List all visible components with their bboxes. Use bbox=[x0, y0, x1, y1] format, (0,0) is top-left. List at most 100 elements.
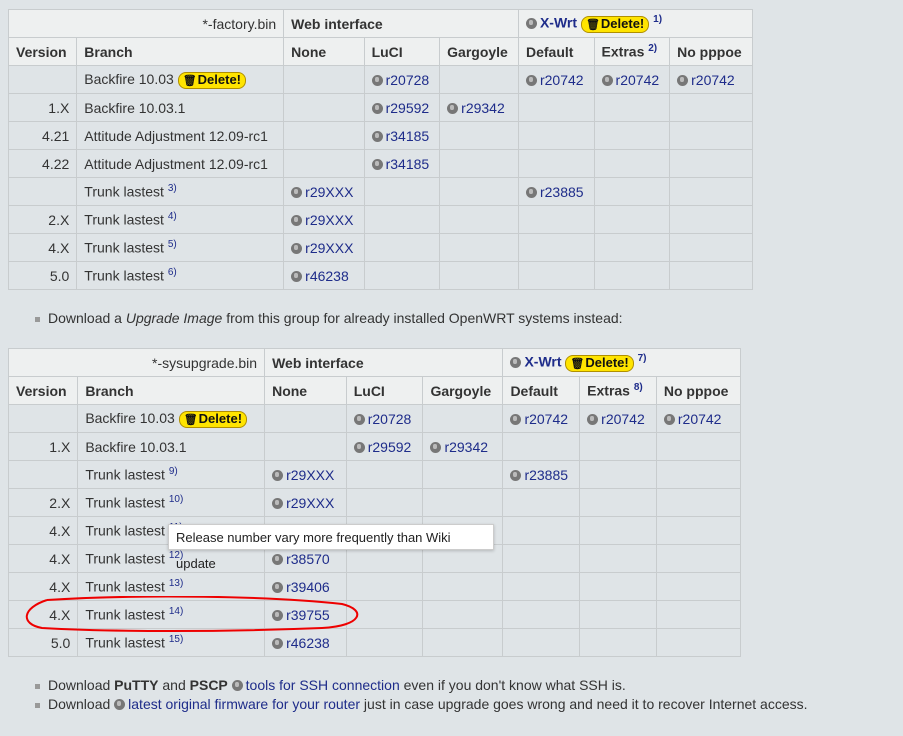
revision-link[interactable]: r20728 bbox=[368, 411, 412, 427]
revision-link[interactable]: r20742 bbox=[540, 72, 584, 88]
table-row: Trunk lastest 9) r29XXX r23885 bbox=[7, 460, 742, 489]
column-header: Branch bbox=[77, 376, 266, 405]
branch-cell: Trunk lastest 6) bbox=[76, 261, 285, 290]
footnote[interactable]: 13) bbox=[169, 578, 183, 589]
column-header: None bbox=[283, 37, 365, 66]
table-row: 2.X Trunk lastest 10) r29XXX bbox=[7, 488, 742, 517]
download-cell: r29XXX bbox=[283, 177, 365, 206]
revision-link[interactable]: r46238 bbox=[286, 635, 330, 651]
branch-cell: Attitude Adjustment 12.09-rc1 bbox=[76, 149, 285, 178]
original-firmware-link[interactable]: latest original firmware for your router bbox=[128, 696, 360, 712]
branch-cell: Trunk lastest 3) bbox=[76, 177, 285, 206]
download-cell bbox=[363, 205, 441, 234]
download-cell: r20742 bbox=[517, 65, 595, 94]
branch-cell: Backfire 10.03 🗑Delete! bbox=[77, 404, 266, 433]
revision-link[interactable]: r20742 bbox=[601, 411, 645, 427]
revision-link[interactable]: r38570 bbox=[286, 551, 330, 567]
revision-link[interactable]: r39406 bbox=[286, 579, 330, 595]
download-cell bbox=[422, 572, 504, 601]
column-header: No pppoe bbox=[669, 37, 753, 66]
xwrt-link[interactable]: X-Wrt bbox=[540, 15, 577, 31]
factory-table: *-factory.bin Web interface X-Wrt 🗑Delet… bbox=[7, 9, 754, 290]
download-cell bbox=[363, 177, 441, 206]
revision-link[interactable]: r29592 bbox=[386, 100, 430, 116]
download-cell bbox=[593, 205, 671, 234]
globe-icon bbox=[291, 186, 303, 198]
file-type-header: *-sysupgrade.bin bbox=[7, 348, 266, 377]
version-cell: 4.X bbox=[7, 544, 79, 573]
revision-link[interactable]: r20742 bbox=[524, 411, 568, 427]
download-cell: r23885 bbox=[517, 177, 595, 206]
revision-link[interactable]: r29XXX bbox=[305, 184, 353, 200]
trash-icon: 🗑 bbox=[585, 18, 600, 31]
revision-link[interactable]: r29342 bbox=[444, 439, 488, 455]
revision-link[interactable]: r23885 bbox=[524, 467, 568, 483]
column-header: None bbox=[264, 376, 347, 405]
table-row: 1.X Backfire 10.03.1 r29592 r29342 bbox=[7, 432, 742, 461]
revision-link[interactable]: r29XXX bbox=[286, 467, 334, 483]
revision-link[interactable]: r29XXX bbox=[286, 495, 334, 511]
revision-link[interactable]: r29XXX bbox=[305, 240, 353, 256]
revision-link[interactable]: r20742 bbox=[691, 72, 735, 88]
table-row: 1.X Backfire 10.03.1 r29592 r29342 bbox=[7, 93, 753, 122]
revision-link[interactable]: r29XXX bbox=[305, 212, 353, 228]
download-cell bbox=[439, 65, 519, 94]
xwrt-link[interactable]: X-Wrt bbox=[524, 354, 561, 370]
revision-link[interactable]: r29592 bbox=[368, 439, 412, 455]
globe-icon bbox=[510, 413, 522, 425]
revision-link[interactable]: r46238 bbox=[305, 268, 349, 284]
footnote[interactable]: 3) bbox=[168, 183, 177, 194]
footnote[interactable]: 2) bbox=[648, 43, 657, 54]
footnote[interactable]: 4) bbox=[168, 211, 177, 222]
revision-link[interactable]: r29342 bbox=[461, 100, 505, 116]
download-cell bbox=[363, 261, 441, 290]
footnote[interactable]: 9) bbox=[169, 466, 178, 477]
globe-icon bbox=[371, 158, 383, 170]
version-cell: 4.X bbox=[7, 233, 78, 262]
globe-icon bbox=[587, 413, 599, 425]
download-cell bbox=[363, 233, 441, 262]
header-row: Version Branch None LuCI Gargoyle Default Extr… bbox=[7, 376, 742, 405]
globe-icon bbox=[272, 497, 284, 509]
ssh-tools-link[interactable]: tools for SSH connection bbox=[246, 677, 400, 693]
footnote[interactable]: 10) bbox=[169, 494, 183, 505]
table-row: 4.22 Attitude Adjustment 12.09-rc1 r34185 bbox=[7, 149, 753, 178]
download-cell bbox=[579, 544, 657, 573]
bullet-putty: Download PuTTY and PSCP tools for SSH co… bbox=[35, 677, 626, 693]
globe-icon bbox=[272, 553, 284, 565]
revision-link[interactable]: r20742 bbox=[678, 411, 722, 427]
download-cell bbox=[593, 93, 671, 122]
download-cell bbox=[283, 65, 365, 94]
download-cell bbox=[439, 149, 519, 178]
bullet-firmware: Download latest original firmware for yo… bbox=[35, 696, 808, 712]
table-row: 4.X Trunk lastest 5) r29XXX bbox=[7, 233, 753, 262]
download-cell: r20742 bbox=[669, 65, 753, 94]
web-interface-header: Web interface bbox=[264, 348, 504, 377]
revision-link[interactable]: r34185 bbox=[386, 128, 430, 144]
revision-link[interactable]: r23885 bbox=[540, 184, 584, 200]
column-header: Default bbox=[502, 376, 581, 405]
version-cell bbox=[7, 404, 79, 433]
footnote[interactable]: 1) bbox=[653, 14, 662, 25]
footnote[interactable]: 8) bbox=[634, 382, 643, 393]
globe-icon bbox=[430, 441, 442, 453]
download-cell bbox=[579, 572, 657, 601]
globe-icon bbox=[677, 74, 689, 86]
download-cell bbox=[502, 572, 581, 601]
revision-link[interactable]: r34185 bbox=[386, 156, 430, 172]
footnote[interactable]: 6) bbox=[168, 267, 177, 278]
download-cell: r34185 bbox=[363, 149, 441, 178]
trash-icon: 🗑 bbox=[182, 74, 197, 87]
globe-icon bbox=[510, 469, 522, 481]
red-annotation-ellipse bbox=[25, 596, 359, 632]
tooltip: Release number vary more frequently than… bbox=[168, 524, 494, 571]
download-cell bbox=[655, 544, 742, 573]
column-header: No pppoe bbox=[655, 376, 742, 405]
footnote[interactable]: 5) bbox=[168, 239, 177, 250]
revision-link[interactable]: r20742 bbox=[616, 72, 660, 88]
footnote[interactable]: 7) bbox=[638, 353, 647, 364]
trash-icon: 🗑 bbox=[570, 357, 585, 370]
version-cell: 1.X bbox=[7, 93, 78, 122]
download-cell bbox=[439, 233, 519, 262]
revision-link[interactable]: r20728 bbox=[386, 72, 430, 88]
